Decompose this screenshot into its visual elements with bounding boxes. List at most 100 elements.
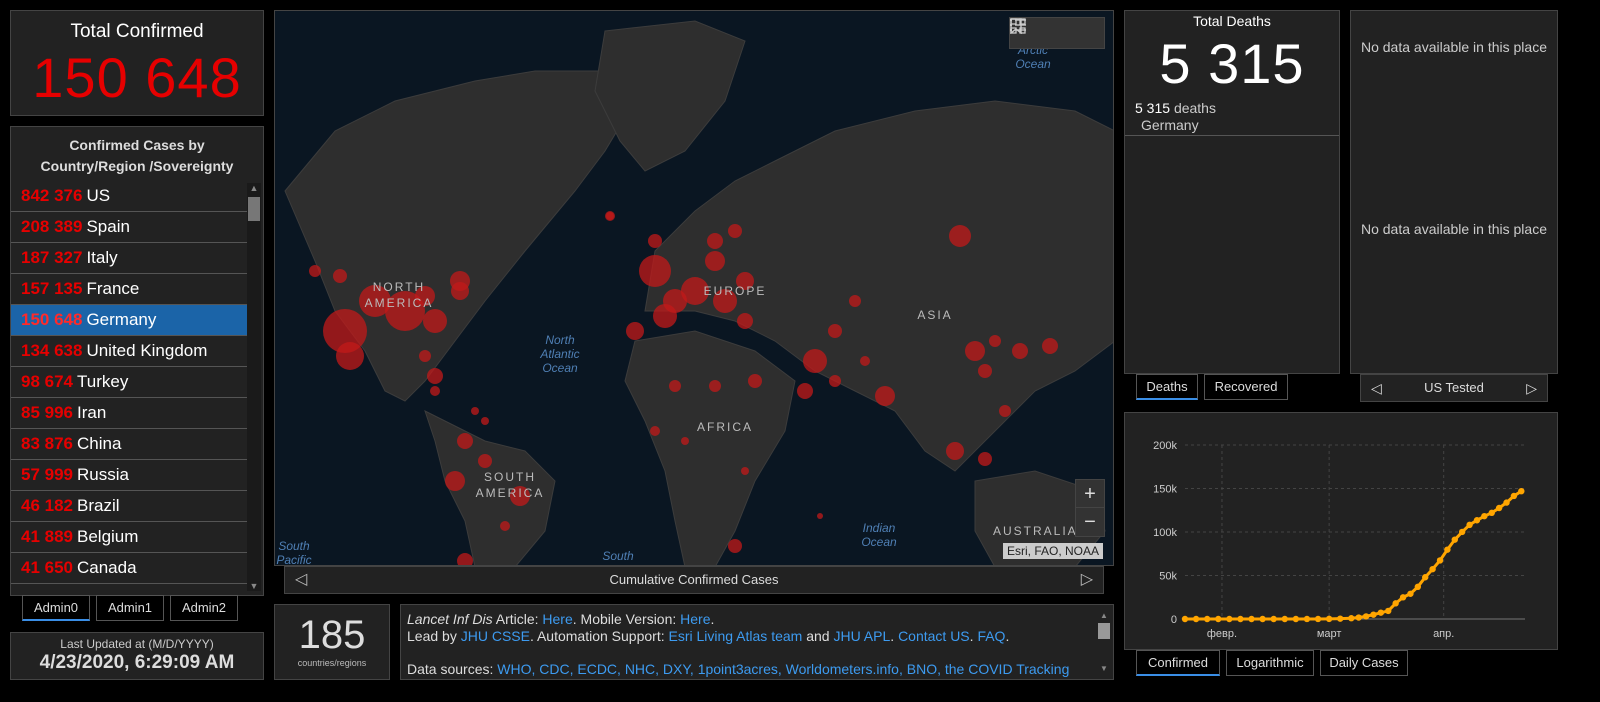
country-row[interactable]: 150 648 Germany — [11, 305, 247, 336]
country-list-scrollbar[interactable]: ▲ ▼ — [247, 183, 261, 591]
tab-recovered[interactable]: Recovered — [1204, 374, 1288, 400]
tab-logarithmic[interactable]: Logarithmic — [1226, 650, 1314, 676]
info-line-1: Lancet Inf Dis Article: Here. Mobile Ver… — [407, 611, 1083, 628]
country-count: 150 648 — [21, 310, 83, 329]
data-point — [1503, 499, 1510, 506]
basemap-gallery-icon[interactable] — [1010, 18, 1104, 48]
deaths-entry-place: Germany — [1141, 117, 1199, 133]
country-row[interactable]: 134 638 United Kingdom — [11, 336, 247, 367]
tab-daily-cases[interactable]: Daily Cases — [1320, 650, 1408, 676]
country-count: 98 674 — [21, 372, 73, 391]
y-tick-label: 100k — [1153, 527, 1177, 539]
country-count: 57 999 — [21, 465, 73, 484]
us-tested-label: US Tested — [1424, 380, 1484, 395]
country-row[interactable]: 842 376 US — [11, 181, 247, 212]
caption-prev-icon[interactable]: ◁ — [295, 567, 307, 593]
article-journal: Lancet Inf Dis — [407, 611, 493, 627]
country-count: 842 376 — [21, 186, 83, 205]
info-scrollbar[interactable]: ▲ ▼ — [1097, 607, 1111, 677]
label-south-america: SOUTH AMERICA — [475, 470, 545, 500]
tab-confirmed[interactable]: Confirmed — [1136, 650, 1220, 676]
country-row[interactable]: 41 889 Belgium — [11, 522, 247, 553]
country-row[interactable]: 57 999 Russia — [11, 460, 247, 491]
country-name: Netherlands — [77, 589, 169, 591]
scroll-down-icon[interactable]: ▼ — [247, 581, 261, 591]
map-caption-bar: ◁ Cumulative Confirmed Cases ▷ — [284, 566, 1104, 594]
tab-admin2[interactable]: Admin2 — [170, 595, 238, 621]
country-row[interactable]: 83 876 China — [11, 429, 247, 460]
country-name: Canada — [77, 558, 137, 577]
faq-link[interactable]: FAQ — [977, 628, 1005, 644]
deaths-entry[interactable]: 5 315 deaths Germany — [1135, 100, 1339, 134]
info-text: Lead by — [407, 628, 461, 644]
data-point — [1248, 615, 1255, 623]
country-row[interactable]: 157 135 France — [11, 274, 247, 305]
contact-us-link[interactable]: Contact US — [898, 628, 970, 644]
country-row[interactable]: 46 182 Brazil — [11, 491, 247, 522]
data-point — [1215, 615, 1222, 623]
legend-list-icon[interactable] — [1010, 18, 1072, 48]
label-asia: ASIA — [917, 308, 953, 322]
scroll-thumb[interactable] — [1098, 623, 1110, 639]
country-count: 46 182 — [21, 496, 73, 515]
zoom-out-button[interactable]: − — [1076, 508, 1104, 536]
zoom-in-button[interactable]: + — [1076, 480, 1104, 508]
y-tick-label: 50k — [1159, 571, 1177, 583]
data-point — [1348, 615, 1355, 622]
data-point — [1303, 615, 1311, 623]
data-point — [1203, 615, 1211, 623]
country-name: Spain — [86, 217, 130, 236]
country-name: Turkey — [77, 372, 129, 391]
article-link[interactable]: Here — [542, 611, 572, 627]
data-point — [1377, 609, 1385, 616]
mobile-version-link[interactable]: Here — [680, 611, 710, 627]
info-panel: Lancet Inf Dis Article: Here. Mobile Ver… — [400, 604, 1114, 680]
country-row[interactable]: 98 674 Turkey — [11, 367, 247, 398]
country-count: 85 996 — [21, 403, 73, 422]
country-count: 41 650 — [21, 558, 73, 577]
data-point — [1226, 615, 1233, 623]
country-row[interactable]: 187 327 Italy — [11, 243, 247, 274]
country-row[interactable]: 85 996 Iran — [11, 398, 247, 429]
data-point — [1414, 583, 1422, 591]
country-name: Iran — [77, 403, 107, 422]
data-point — [1488, 509, 1495, 517]
scroll-up-icon[interactable]: ▲ — [1097, 607, 1111, 624]
prev-icon[interactable]: ◁ — [1371, 375, 1382, 401]
esri-living-atlas-link[interactable]: Esri Living Atlas team — [668, 628, 802, 644]
tab-deaths[interactable]: Deaths — [1136, 374, 1198, 400]
info-text: and — [802, 628, 834, 644]
data-point — [1518, 487, 1525, 495]
country-list[interactable]: 842 376 US 208 389 Spain 187 327 Italy 157 135… — [11, 181, 247, 591]
jhu-apl-link[interactable]: JHU APL — [833, 628, 890, 644]
caption-next-icon[interactable]: ▷ — [1081, 567, 1093, 593]
tab-admin0[interactable]: Admin0 — [22, 595, 90, 621]
label-north-america: NORTH AMERICA — [364, 280, 434, 310]
deaths-entry-unit: deaths — [1173, 100, 1216, 116]
country-name: France — [86, 279, 140, 298]
tab-admin1[interactable]: Admin1 — [96, 595, 164, 621]
data-point — [1422, 574, 1429, 581]
data-sources-links[interactable]: WHO, CDC, ECDC, NHC, DXY, 1point3acres, … — [497, 661, 1069, 677]
scroll-up-icon[interactable]: ▲ — [247, 183, 261, 193]
deaths-entry-count: 5 315 — [1135, 100, 1171, 116]
info-text: . Mobile Version: — [572, 611, 681, 627]
us-tested-panel: No data available in this place No data … — [1350, 10, 1558, 374]
jhu-csse-link[interactable]: JHU CSSE — [461, 628, 530, 644]
next-icon[interactable]: ▷ — [1526, 375, 1537, 401]
info-text: . — [890, 628, 899, 644]
country-row[interactable]: 208 389 Spain — [11, 212, 247, 243]
country-count: 83 876 — [21, 434, 73, 453]
x-tick-label: апр. — [1433, 628, 1454, 640]
country-name: China — [77, 434, 122, 453]
country-row[interactable]: 35 034 Netherlands — [11, 584, 247, 591]
scroll-thumb[interactable] — [248, 197, 260, 221]
scroll-down-icon[interactable]: ▼ — [1097, 660, 1111, 677]
series-line — [1185, 489, 1523, 621]
label-africa: AFRICA — [696, 420, 753, 434]
world-map[interactable]: NORTH AMERICA EUROPE ASIA AFRICA SOUTH A… — [274, 10, 1114, 566]
data-point — [1495, 504, 1503, 512]
country-row[interactable]: 41 650 Canada — [11, 553, 247, 584]
country-count: 134 638 — [21, 341, 83, 360]
data-point — [1385, 607, 1392, 615]
